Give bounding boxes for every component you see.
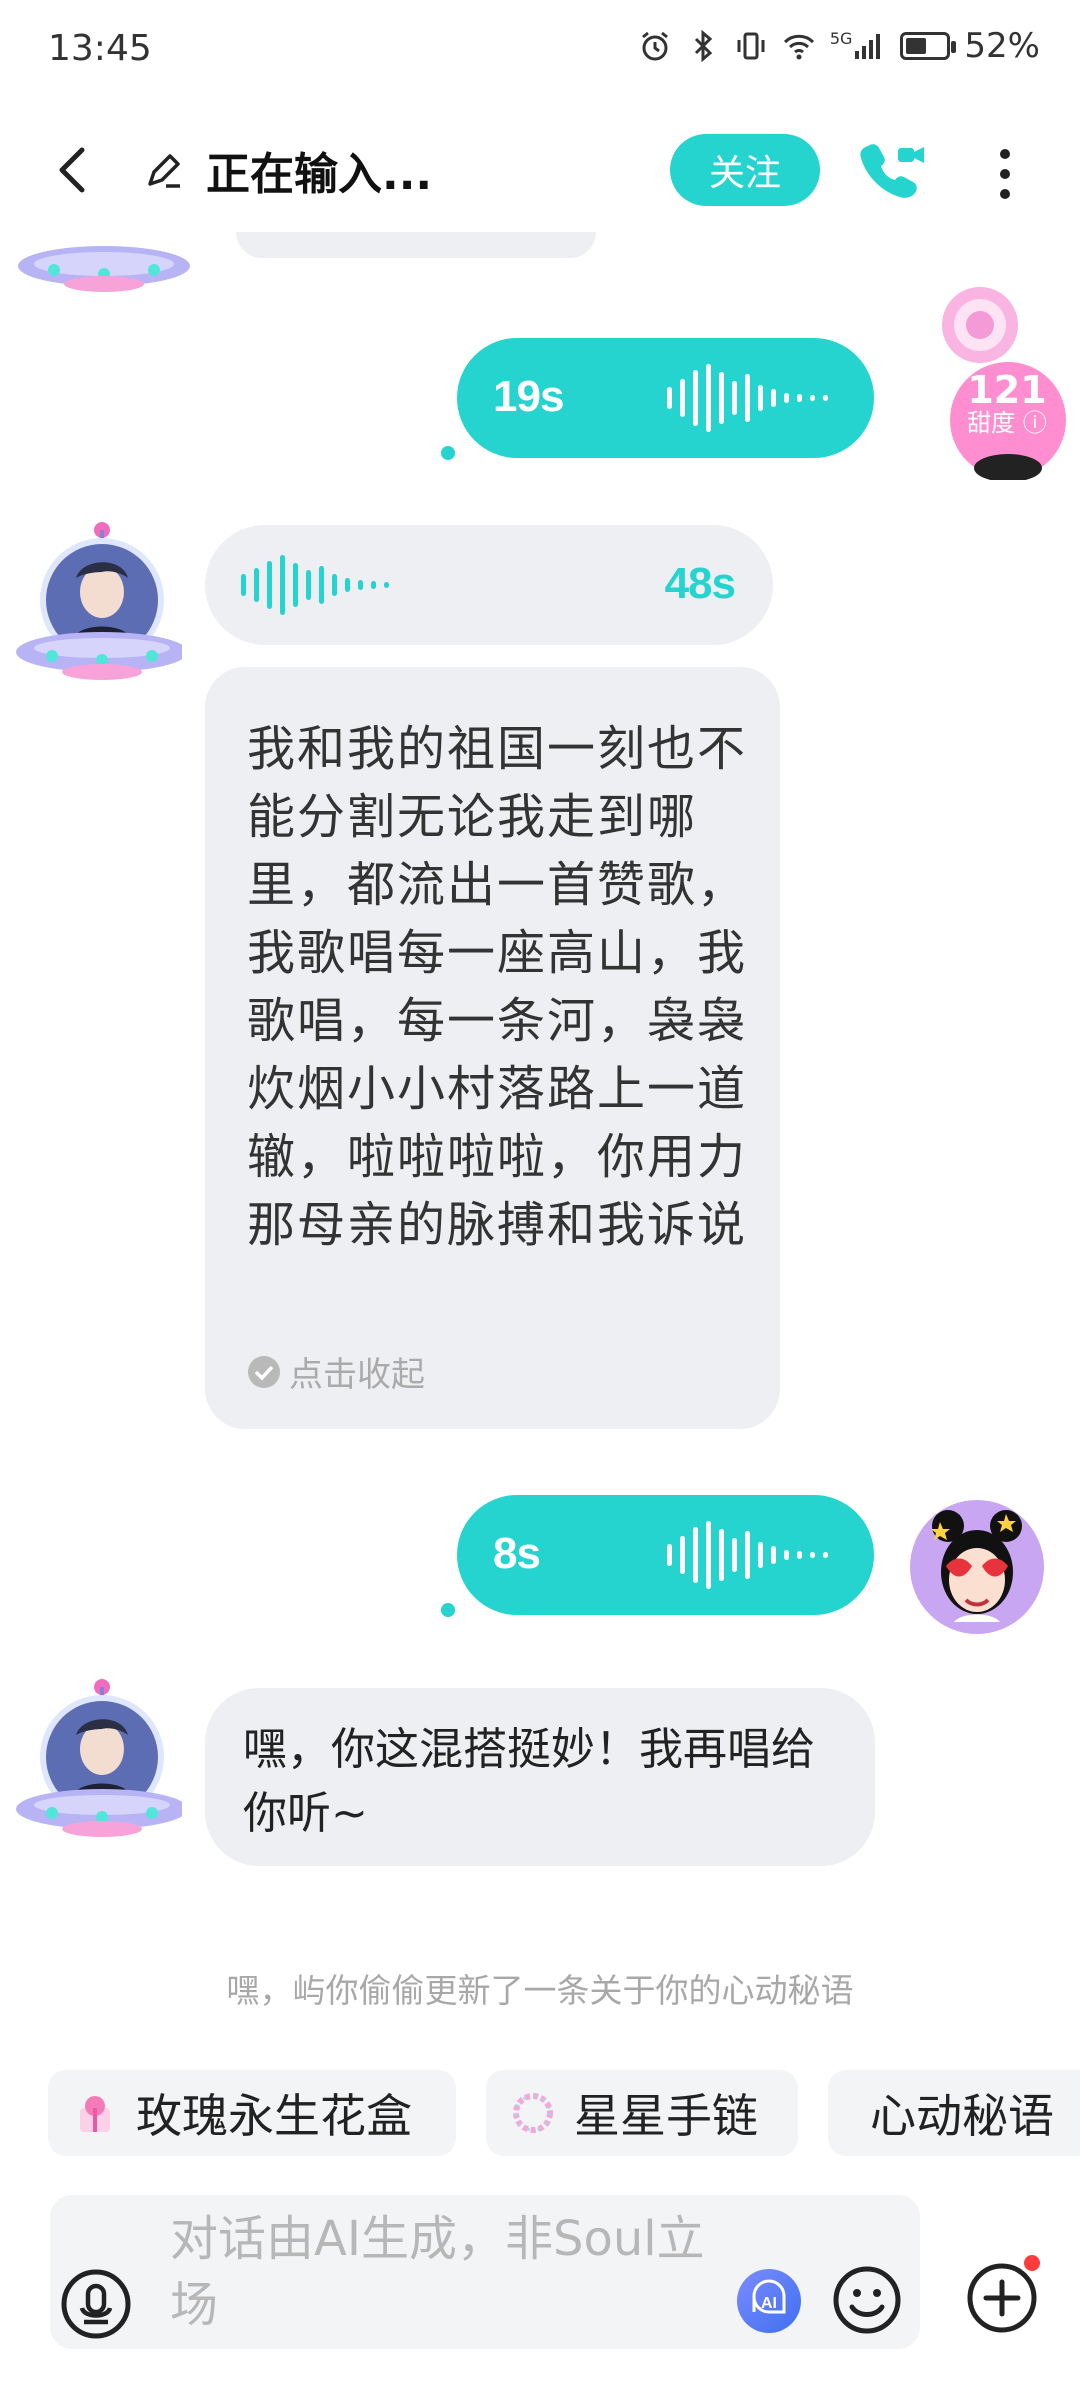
system-notice[interactable]: 嘿，屿你偷偷更新了一条关于你的心动秘语 [0,1964,1080,2012]
wave-bar [784,1550,789,1560]
info-icon: ⓘ [1022,409,1047,437]
collapse-label: 点击收起 [289,1355,425,1395]
wave-bar [732,1538,737,1572]
voice-message-outgoing-1[interactable]: 19s [457,338,874,458]
sweetness-label: 甜度 ⓘ [967,409,1047,437]
wave-bar [706,1521,711,1589]
wave-bar [745,374,750,422]
wave-bar [823,1552,828,1558]
chip-label: 玫瑰永生花盒 [136,2089,412,2143]
check-circle-icon [248,1355,280,1388]
chip-label: 星星手链 [574,2089,758,2143]
bracelet-icon [513,2093,553,2133]
notification-dot [1024,2255,1040,2271]
wave-bar [719,372,724,424]
wave-bar [680,1536,685,1574]
unread-dot [441,446,455,460]
follow-button[interactable]: 关注 [670,134,820,206]
suggestion-chip-bracelet[interactable]: 星星手链 [486,2070,798,2156]
video-call-icon[interactable] [858,138,928,200]
wave-bar [810,1552,815,1558]
suggestion-chip-heart[interactable]: 心动秘语 [828,2070,1080,2156]
wave-bar [693,1527,698,1583]
voice-message-outgoing-2[interactable]: 8s [457,1495,874,1615]
voice-duration: 19s [493,372,564,421]
ai-assist-icon[interactable]: AI [736,2268,802,2334]
wave-bar [745,1531,750,1579]
wave-bar [384,582,389,588]
wave-bar [797,394,802,402]
collapse-button[interactable]: 点击收起 [247,1347,425,1396]
chip-label: 心动秘语 [870,2089,1054,2143]
wave-bar [797,1551,802,1559]
wave-bar [241,574,246,596]
status-icons: 5G 52% [638,26,1040,66]
wave-bar [306,570,311,600]
unread-dot [441,1603,455,1617]
wave-bar [732,381,737,415]
ai-avatar-partial [18,246,190,292]
wave-bar [667,1544,672,1566]
alarm-icon [641,31,668,61]
add-attachment-icon[interactable] [966,2262,1038,2334]
ai-avatar[interactable] [12,520,182,690]
wave-bar [680,379,685,417]
network-label: 5G [829,28,853,48]
wave-bar [810,395,815,401]
wave-bar [667,387,672,409]
back-icon[interactable] [44,140,104,200]
wave-bar [771,1546,776,1564]
previous-message-bubble [236,232,596,258]
wave-bar [267,561,272,609]
ai-avatar[interactable] [12,1677,182,1847]
sweetness-value: 121 [967,368,1047,412]
voice-message-incoming[interactable]: 48s [205,525,773,645]
wifi-icon [783,34,814,60]
bluetooth-icon [694,29,713,63]
wave-bar [823,395,828,401]
suggestion-chip-rose-box[interactable]: 玫瑰永生花盒 [48,2070,456,2156]
message-input-placeholder[interactable]: 对话由AI生成，非Soul立场 [170,2206,710,2338]
voice-input-icon[interactable] [60,2268,132,2340]
chat-header: 正在输入... 关注 [0,110,1080,230]
wave-bar [358,580,363,590]
voice-waveform-icon [241,551,389,619]
transcript-text: 我和我的祖国一刻也不能分割无论我走到哪里，都流出一首赞歌，我歌唱每一座高山，我歌… [247,721,748,1253]
wave-bar [371,581,376,589]
wave-bar [332,574,337,596]
emoji-icon[interactable] [832,2265,902,2335]
signal-icon [855,34,881,59]
self-avatar[interactable] [910,1500,1044,1634]
wave-bar [706,364,711,432]
wave-bar [693,370,698,426]
wave-bar [293,563,298,607]
voice-duration: 8s [493,1529,541,1578]
vibrate-icon [737,32,765,60]
voice-duration: 48s [664,559,736,608]
wave-bar [784,393,789,403]
battery-icon [900,32,957,60]
wave-bar [345,578,350,592]
wave-bar [319,566,324,604]
wave-bar [758,1542,763,1568]
wave-bar [758,385,763,411]
svg-text:AI: AI [761,2295,777,2312]
wave-bar [719,1529,724,1581]
wave-bar [254,568,259,602]
voice-waveform-icon [667,1521,828,1589]
page-title: 正在输入... [206,149,433,200]
status-bar: 13:45 5G 52% [0,0,1080,100]
edit-pen-icon [148,154,180,188]
battery-percent: 52% [964,26,1040,66]
message-text: 嘿，你这混搭挺妙！我再唱给你听~ [243,1724,815,1839]
voice-waveform-icon [667,364,828,432]
clock: 13:45 [48,28,152,69]
wave-bar [280,555,285,615]
sweetness-badge: 121 甜度 ⓘ [952,370,1062,436]
wave-bar [771,389,776,407]
more-icon[interactable] [990,146,1020,202]
voice-transcript-bubble: 我和我的祖国一刻也不能分割无论我走到哪里，都流出一首赞歌，我歌唱每一座高山，我歌… [205,667,780,1429]
rose-gift-box-icon [80,2096,110,2132]
text-message-incoming[interactable]: 嘿，你这混搭挺妙！我再唱给你听~ [205,1688,875,1866]
